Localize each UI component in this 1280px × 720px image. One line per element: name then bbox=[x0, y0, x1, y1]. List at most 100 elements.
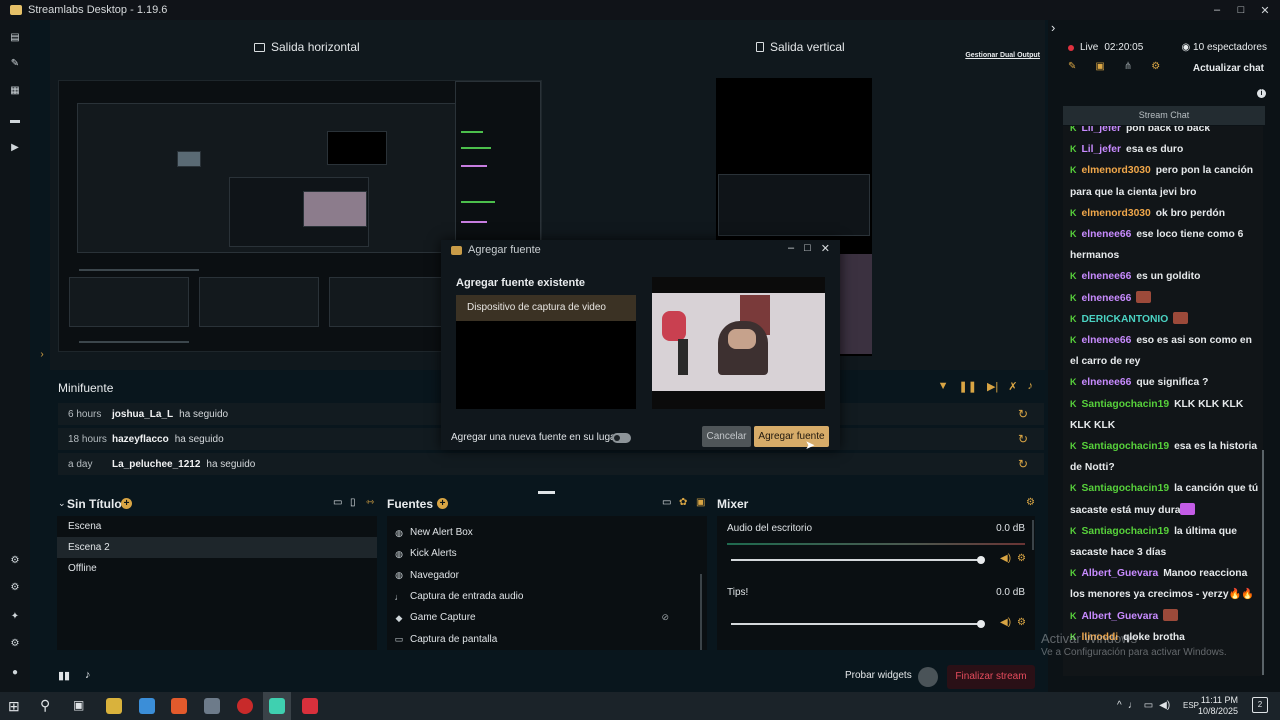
add-source-button-primary[interactable]: Agregar fuente bbox=[754, 426, 829, 447]
chat-username[interactable]: Santiagochacin19 bbox=[1082, 399, 1170, 410]
group-icon[interactable]: ✿ bbox=[679, 497, 687, 508]
settings-icon[interactable]: ⚙ bbox=[9, 638, 21, 650]
collapse-panel-icon[interactable]: › bbox=[1051, 20, 1055, 35]
info-icon[interactable]: i bbox=[1257, 89, 1266, 98]
source-item[interactable]: ◍ New Alert Box bbox=[387, 522, 707, 543]
test-widgets-toggle[interactable] bbox=[918, 667, 938, 687]
play-icon[interactable]: ▶ bbox=[9, 142, 21, 154]
store-app-icon[interactable] bbox=[139, 698, 155, 714]
end-stream-button[interactable]: Finalizar stream bbox=[947, 665, 1035, 689]
skip-icon[interactable]: ▶| bbox=[987, 380, 998, 393]
task-view-icon[interactable]: ▣ bbox=[73, 698, 84, 712]
file-explorer-icon[interactable] bbox=[106, 698, 122, 714]
brave-browser-icon[interactable] bbox=[171, 698, 187, 714]
volume-tray-icon[interactable]: ◀) bbox=[1159, 700, 1170, 711]
collapse-chevron-icon[interactable]: ⌄ bbox=[58, 498, 66, 509]
editor-icon[interactable]: ▤ bbox=[9, 32, 21, 44]
chat-username[interactable]: elnenee66 bbox=[1082, 335, 1132, 346]
app-tf-icon[interactable] bbox=[302, 698, 318, 714]
cancel-button[interactable]: Cancelar bbox=[702, 426, 751, 447]
existing-source-item[interactable]: Dispositivo de captura de video bbox=[456, 295, 636, 321]
notifications-bell-icon[interactable]: ♪ bbox=[85, 669, 91, 681]
source-display-icon[interactable]: ▭ bbox=[662, 497, 671, 508]
store-icon[interactable]: ▦ bbox=[9, 85, 21, 97]
stats-icon[interactable]: ▮▮ bbox=[58, 669, 70, 682]
scene-item[interactable]: Offline bbox=[57, 558, 377, 579]
speaker-icon[interactable]: ◀) bbox=[1000, 553, 1011, 564]
vpn-app-icon[interactable] bbox=[204, 698, 220, 714]
settings-share-icon[interactable]: ⚙ bbox=[9, 555, 21, 567]
chat-username[interactable]: Santiagochacin19 bbox=[1082, 483, 1170, 494]
volume-slider-track[interactable] bbox=[731, 559, 981, 561]
tray-chevron-icon[interactable]: ^ bbox=[1117, 700, 1122, 711]
mixer-scrollbar[interactable] bbox=[1032, 520, 1034, 550]
profile-icon[interactable]: ● bbox=[9, 667, 21, 679]
refresh-chat-button[interactable]: Actualizar chat bbox=[1193, 63, 1264, 74]
sources-scrollbar[interactable] bbox=[700, 574, 702, 650]
media-icon[interactable]: ▬ bbox=[9, 115, 21, 127]
test-widgets-button[interactable]: Probar widgets bbox=[845, 670, 912, 681]
sparkle-icon[interactable]: ✦ bbox=[9, 611, 21, 623]
source-item[interactable]: ♩ Captura de entrada audio bbox=[387, 586, 707, 607]
chat-username[interactable]: Santiagochacin19 bbox=[1082, 441, 1170, 452]
channel-settings-icon[interactable]: ⚙ bbox=[1017, 553, 1026, 564]
scene-collection-title[interactable]: Sin Título bbox=[67, 497, 122, 511]
folder-icon[interactable]: ▣ bbox=[696, 497, 705, 508]
dashboard-icon[interactable]: ▣ bbox=[1095, 61, 1104, 72]
pause-icon[interactable]: ❚❚ bbox=[959, 380, 977, 393]
chat-username[interactable]: elnenee66 bbox=[1082, 377, 1132, 388]
chat-username[interactable]: DERICKANTONIO bbox=[1082, 314, 1169, 325]
filter-icon[interactable]: ▼ bbox=[938, 380, 949, 393]
manage-dual-output-link[interactable]: Gestionar Dual Output bbox=[965, 52, 1040, 59]
chat-scrollbar[interactable] bbox=[1262, 450, 1264, 675]
source-item[interactable]: ▭ Captura de pantalla bbox=[387, 628, 707, 649]
dialog-maximize-button[interactable]: □ bbox=[804, 242, 811, 255]
chat-username[interactable]: Albert_Guevara bbox=[1082, 611, 1159, 622]
share-icon[interactable]: ⋔ bbox=[1124, 61, 1132, 72]
source-item[interactable]: ◍ Kick Alerts bbox=[387, 543, 707, 564]
language-indicator[interactable]: ESP bbox=[1183, 701, 1199, 710]
chat-username[interactable]: Santiagochacin19 bbox=[1082, 526, 1170, 537]
channel-settings-icon[interactable]: ⚙ bbox=[1017, 617, 1026, 628]
source-item[interactable]: ◆ Game Capture ⊘ bbox=[387, 607, 707, 628]
volume-icon[interactable]: ♪ bbox=[1028, 380, 1034, 393]
chat-username[interactable]: Albert_Guevara bbox=[1082, 568, 1159, 579]
add-source-button[interactable]: + bbox=[437, 498, 448, 509]
clock[interactable]: 11:11 PM 10/8/2025 bbox=[1198, 695, 1238, 717]
expand-arrow-icon[interactable]: › bbox=[36, 349, 48, 361]
search-icon[interactable]: ⚲ bbox=[40, 697, 50, 714]
horizontal-display-icon[interactable]: ▭ bbox=[333, 497, 342, 508]
mic-tray-icon[interactable]: ♩ bbox=[1128, 700, 1138, 711]
replay-icon[interactable]: ↻ bbox=[1018, 457, 1028, 471]
chat-username[interactable]: Lil_jefer bbox=[1082, 126, 1122, 134]
replay-icon[interactable]: ↻ bbox=[1018, 407, 1028, 421]
volume-slider-knob[interactable] bbox=[977, 556, 985, 564]
dialog-close-button[interactable]: ✕ bbox=[821, 242, 830, 255]
mixer-settings-icon[interactable]: ⚙ bbox=[1026, 497, 1035, 508]
themes-icon[interactable]: ✎ bbox=[9, 58, 21, 70]
scene-item[interactable]: Escena bbox=[57, 516, 377, 537]
panel-resize-handle[interactable] bbox=[538, 491, 555, 494]
minimize-button[interactable]: – bbox=[1210, 4, 1224, 16]
volume-slider-track[interactable] bbox=[731, 623, 981, 625]
streamlabs-taskbar-icon[interactable] bbox=[269, 698, 285, 714]
maximize-button[interactable]: □ bbox=[1234, 4, 1248, 16]
speaker-icon[interactable]: ◀) bbox=[1000, 617, 1011, 628]
app-red-icon[interactable] bbox=[237, 698, 253, 714]
volume-slider-knob[interactable] bbox=[977, 620, 985, 628]
chat-username[interactable]: elnenee66 bbox=[1082, 293, 1132, 304]
chat-username[interactable]: elmenord3030 bbox=[1082, 165, 1151, 176]
replay-icon[interactable]: ↻ bbox=[1018, 432, 1028, 446]
vertical-display-icon[interactable]: ▯ bbox=[350, 497, 356, 508]
chat-username[interactable]: elnenee66 bbox=[1082, 271, 1132, 282]
transitions-icon[interactable]: ⇿ bbox=[366, 497, 374, 508]
source-item[interactable]: ◍ Navegador bbox=[387, 565, 707, 586]
replace-source-toggle[interactable] bbox=[612, 433, 631, 443]
network-icon[interactable]: ▭ bbox=[1144, 700, 1153, 711]
close-button[interactable]: ✕ bbox=[1258, 4, 1272, 17]
chat-username[interactable]: elnenee66 bbox=[1082, 229, 1132, 240]
add-scene-button[interactable]: + bbox=[121, 498, 132, 509]
chat-username[interactable]: Lil_jefer bbox=[1082, 144, 1122, 155]
visibility-hidden-icon[interactable]: ⊘ bbox=[661, 612, 669, 623]
mute-alerts-icon[interactable]: ✗ bbox=[1008, 380, 1017, 393]
